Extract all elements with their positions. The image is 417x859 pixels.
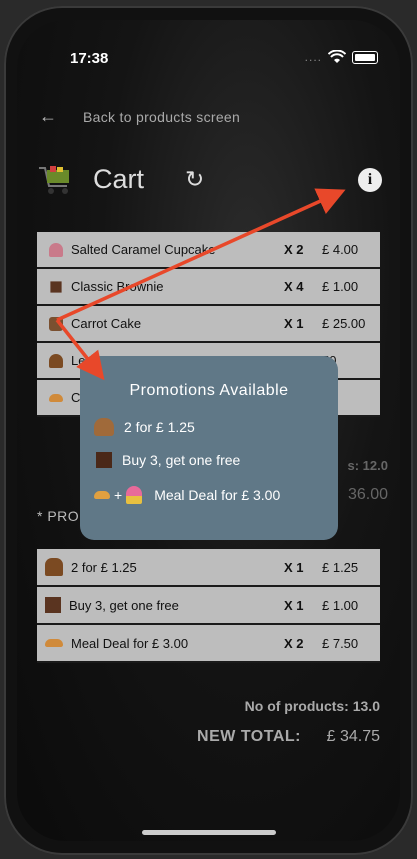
promo-name: Meal Deal for £ 3.00 (71, 635, 189, 651)
table-row[interactable]: Meal Deal for £ 3.00 X 2 £ 7.50 (37, 625, 380, 663)
promo-qty: X 1 (284, 559, 304, 575)
popup-item: + Meal Deal for £ 3.00 (94, 486, 280, 504)
item-price: £ 4.00 (322, 242, 359, 257)
home-indicator (142, 830, 276, 835)
partial-products-count: s: 12.0 (347, 458, 388, 473)
battery-icon (352, 50, 378, 64)
promotions-section-label: * PRO (37, 508, 80, 524)
promo-price: £ 7.50 (322, 635, 359, 651)
popup-item-text: Meal Deal for £ 3.00 (154, 487, 281, 503)
signal-dots: .... (304, 50, 322, 64)
status-time: 17:38 (70, 50, 109, 67)
plus-sign: + (114, 487, 123, 503)
new-total-label: NEW TOTAL: (197, 728, 301, 745)
back-button[interactable]: ← Back to products screen (39, 106, 240, 127)
item-qty: X 4 (284, 279, 304, 294)
promotions-popup[interactable]: Promotions Available 2 for £ 1.25 Buy 3,… (80, 356, 338, 540)
item-qty: X 2 (284, 242, 304, 257)
popup-item: 2 for £ 1.25 (94, 418, 195, 436)
page-title: Cart (93, 164, 145, 194)
item-name: Salted Caramel Cupcake (71, 242, 216, 257)
promo-name: Buy 3, get one free (69, 597, 179, 613)
cupcake-icon (126, 486, 143, 504)
table-row[interactable]: Salted Caramel Cupcake X 2 £ 4.00 (37, 232, 380, 269)
wifi-icon (328, 50, 346, 63)
partial-total: 36.00 (347, 486, 388, 503)
popup-item-text: Buy 3, get one free (122, 452, 241, 468)
promo-items-table: 2 for £ 1.25 X 1 £ 1.25 Buy 3, get one fre… (37, 549, 380, 663)
back-arrow-icon: ← (39, 106, 57, 126)
refresh-icon[interactable]: ↻ (185, 166, 204, 193)
item-name: Carrot Cake (71, 316, 142, 331)
new-total-value: £ 34.75 (326, 728, 380, 745)
brownie-icon (50, 280, 62, 293)
popup-item: Buy 3, get one free (94, 452, 240, 468)
item-price: £ 25.00 (322, 316, 366, 331)
croissant-icon (49, 393, 63, 402)
item-name: Classic Brownie (71, 279, 164, 294)
cart-header: Cart ↻ i (37, 160, 382, 204)
item-price: £ 1.00 (322, 279, 359, 294)
status-icons: .... (305, 50, 378, 64)
cupcake-icon (49, 242, 63, 257)
popup-title: Promotions Available (129, 382, 289, 399)
table-row[interactable]: 2 for £ 1.25 X 1 £ 1.25 (37, 549, 380, 587)
brownie-icon (96, 452, 112, 468)
table-row[interactable]: Buy 3, get one free X 1 £ 1.00 (37, 587, 380, 625)
brownie-icon (45, 597, 61, 613)
cake-icon (49, 316, 63, 331)
croissant-icon (45, 639, 63, 647)
muffin-icon (94, 418, 114, 436)
promo-qty: X 2 (284, 635, 304, 651)
phone-frame: 17:38 .... ← Back to products screen Car… (4, 6, 413, 855)
products-count: No of products: 13.0 (244, 698, 380, 714)
promo-price: £ 1.00 (322, 597, 359, 613)
promo-name: 2 for £ 1.25 (71, 559, 137, 575)
promo-price: £ 1.25 (322, 559, 359, 575)
app-screen: 17:38 .... ← Back to products screen Car… (17, 20, 400, 841)
muffin-icon (49, 353, 63, 368)
muffin-icon (45, 558, 63, 576)
back-label: Back to products screen (83, 108, 241, 125)
shopping-cart-icon (39, 166, 69, 194)
promo-qty: X 1 (284, 597, 304, 613)
table-row[interactable]: Carrot Cake X 1 £ 25.00 (37, 306, 380, 343)
item-qty: X 1 (284, 316, 304, 331)
table-row[interactable]: Classic Brownie X 4 £ 1.00 (37, 269, 380, 306)
popup-item-text: 2 for £ 1.25 (124, 419, 195, 435)
croissant-icon (94, 491, 110, 499)
info-icon[interactable]: i (358, 168, 382, 192)
